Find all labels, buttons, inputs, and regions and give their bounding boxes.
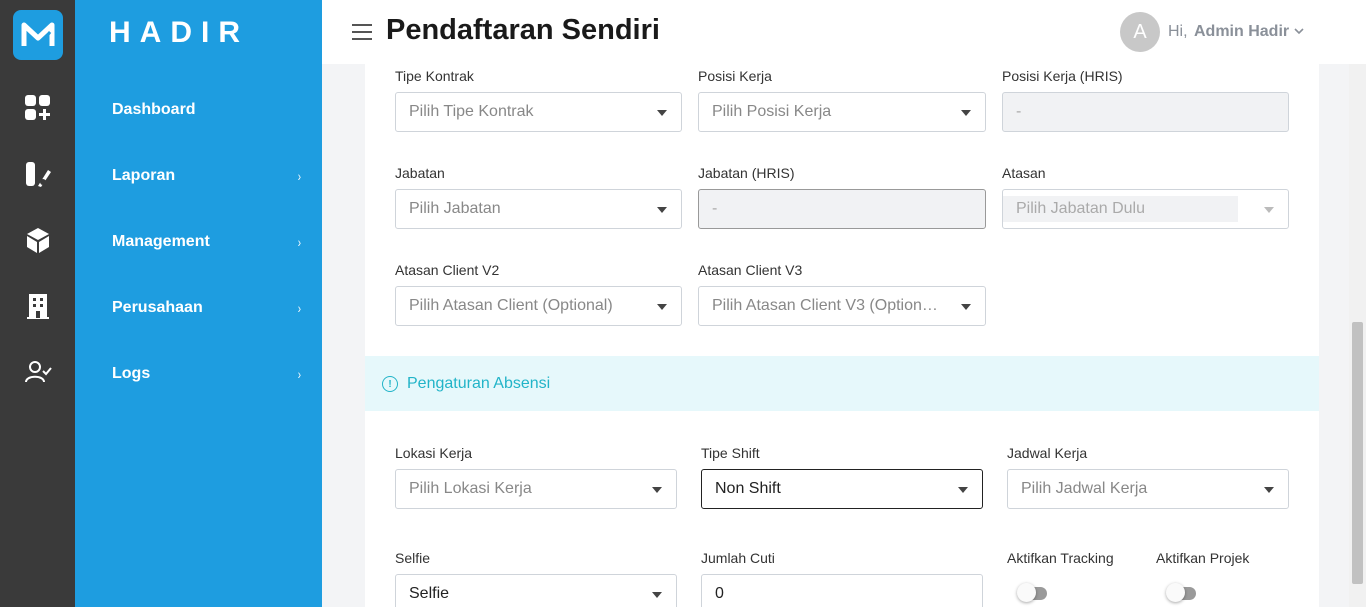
brand-name: HADIR — [109, 16, 249, 49]
caret-down-icon — [961, 110, 971, 116]
posisi-kerja-hris-field: - — [1002, 92, 1289, 132]
chevron-right-icon: › — [298, 168, 302, 184]
label-jumlah-cuti: Jumlah Cuti — [701, 550, 775, 566]
sidebar-item-label: Logs — [112, 365, 151, 382]
label-tipe-kontrak: Tipe Kontrak — [395, 68, 474, 84]
user-name[interactable]: Admin Hadir — [1194, 23, 1289, 41]
sidebar: HADIR Dashboard Laporan › Management › P… — [75, 0, 322, 607]
atasan-select: Pilih Jabatan Dulu — [1002, 189, 1289, 229]
chevron-right-icon: › — [298, 366, 302, 382]
page-title: Pendaftaran Sendiri — [386, 14, 660, 46]
caret-down-icon — [657, 110, 667, 116]
sidebar-item-label: Perusahaan — [112, 299, 203, 316]
jumlah-cuti-input[interactable]: 0 — [701, 574, 983, 607]
label-jabatan-hris: Jabatan (HRIS) — [698, 165, 795, 181]
avatar[interactable]: A — [1120, 12, 1160, 52]
sidebar-item-label: Laporan — [112, 167, 176, 184]
sidebar-item-label: Dashboard — [112, 101, 196, 118]
greeting-text: Hi, — [1168, 23, 1188, 40]
form-card — [365, 64, 1319, 607]
menu-icon[interactable] — [352, 24, 372, 40]
top-header: Pendaftaran Sendiri A Hi, Admin Hadir — [322, 0, 1366, 64]
report-icon[interactable] — [22, 158, 54, 190]
label-aktifkan-projek: Aktifkan Projek — [1156, 550, 1250, 566]
aktifkan-projek-toggle[interactable] — [1166, 583, 1200, 602]
caret-down-icon — [961, 304, 971, 310]
chevron-right-icon: › — [298, 234, 302, 250]
aktifkan-tracking-toggle[interactable] — [1017, 583, 1051, 602]
tipe-kontrak-select[interactable]: Pilih Tipe Kontrak — [395, 92, 682, 132]
info-icon: ! — [382, 376, 398, 392]
logo-icon — [21, 22, 55, 50]
label-posisi-kerja: Posisi Kerja — [698, 68, 772, 84]
selfie-select[interactable]: Selfie — [395, 574, 677, 607]
page-scrollbar[interactable] — [1349, 64, 1366, 607]
chevron-right-icon: › — [298, 300, 302, 316]
sidebar-item-label: Management — [112, 233, 210, 250]
cube-icon[interactable] — [22, 224, 54, 256]
caret-down-icon — [1264, 207, 1274, 213]
caret-down-icon — [657, 207, 667, 213]
label-atasan: Atasan — [1002, 165, 1046, 181]
label-posisi-kerja-hris: Posisi Kerja (HRIS) — [1002, 68, 1123, 84]
sidebar-item-laporan[interactable]: Laporan › — [112, 161, 302, 191]
label-tipe-shift: Tipe Shift — [701, 445, 760, 461]
section-pengaturan-absensi: ! Pengaturan Absensi — [365, 356, 1319, 411]
posisi-kerja-select[interactable]: Pilih Posisi Kerja — [698, 92, 986, 132]
caret-down-icon — [1264, 487, 1274, 493]
dashboard-add-icon[interactable] — [22, 92, 54, 124]
sidebar-item-dashboard[interactable]: Dashboard — [112, 95, 302, 125]
label-lokasi-kerja: Lokasi Kerja — [395, 445, 473, 461]
jabatan-hris-field: - — [698, 189, 986, 229]
section-title: Pengaturan Absensi — [407, 375, 551, 392]
sidebar-item-logs[interactable]: Logs › — [112, 359, 302, 389]
jabatan-select[interactable]: Pilih Jabatan — [395, 189, 682, 229]
app-logo[interactable] — [13, 10, 63, 60]
caret-down-icon — [958, 487, 968, 493]
label-jabatan: Jabatan — [395, 165, 445, 181]
jadwal-kerja-select[interactable]: Pilih Jadwal Kerja — [1007, 469, 1289, 509]
scrollbar-thumb[interactable] — [1352, 322, 1363, 584]
chevron-down-icon[interactable] — [1294, 26, 1304, 36]
atasan-client-v3-select[interactable]: Pilih Atasan Client V3 (Option… — [698, 286, 986, 326]
caret-down-icon — [657, 304, 667, 310]
icon-rail — [0, 0, 75, 607]
lokasi-kerja-select[interactable]: Pilih Lokasi Kerja — [395, 469, 677, 509]
caret-down-icon — [652, 487, 662, 493]
sidebar-item-management[interactable]: Management › — [112, 227, 302, 257]
building-icon[interactable] — [22, 290, 54, 322]
label-selfie: Selfie — [395, 550, 431, 566]
user-check-icon[interactable] — [22, 356, 54, 388]
label-atasan-client-v3: Atasan Client V3 — [698, 262, 803, 278]
label-jadwal-kerja: Jadwal Kerja — [1007, 445, 1088, 461]
tipe-shift-select[interactable]: Non Shift — [701, 469, 983, 509]
sidebar-item-perusahaan[interactable]: Perusahaan › — [112, 293, 302, 323]
label-aktifkan-tracking: Aktifkan Tracking — [1007, 550, 1114, 566]
label-atasan-client-v2: Atasan Client V2 — [395, 262, 500, 278]
caret-down-icon — [652, 592, 662, 598]
atasan-client-v2-select[interactable]: Pilih Atasan Client (Optional) — [395, 286, 682, 326]
